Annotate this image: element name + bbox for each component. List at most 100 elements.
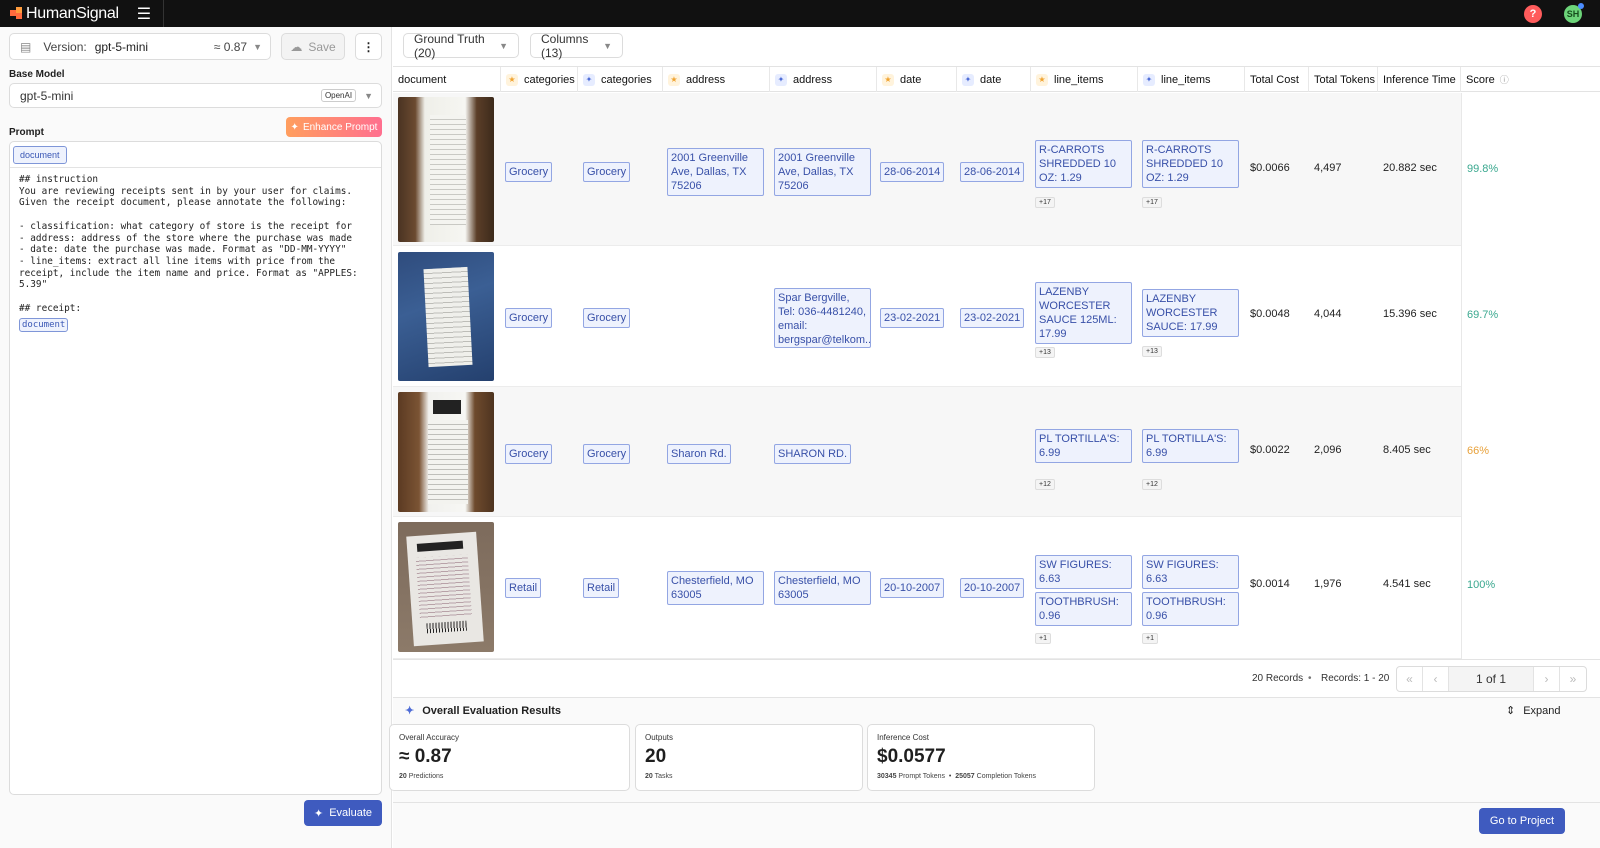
info-icon: ⓘ (1499, 75, 1509, 85)
sparkle-icon: ✦ (1143, 73, 1155, 86)
address-ai: Spar Bergville, Tel: 036-4481240, email:… (774, 288, 871, 348)
col-address-ai[interactable]: ✦ address (770, 67, 877, 92)
receipt-thumbnail[interactable] (398, 252, 494, 381)
star-icon: ★ (1036, 73, 1048, 86)
table-row[interactable]: Retail Retail Chesterfield, MO 63005 Che… (393, 517, 1461, 659)
help-icon[interactable]: ? (1524, 4, 1542, 23)
last-page-icon[interactable]: » (1560, 667, 1586, 691)
more-items-badge: +17 (1142, 197, 1162, 208)
col-categories-gt[interactable]: ★ categories (501, 67, 578, 92)
line-item-gt: PL TORTILLA'S: 6.99 (1035, 429, 1132, 463)
col-date-ai[interactable]: ✦ date (957, 67, 1031, 92)
col-inference-time[interactable]: Inference Time (1378, 67, 1461, 92)
address-ai: Chesterfield, MO 63005 (774, 571, 871, 605)
score-column: 99.8% 69.7% 66% 100% (1461, 93, 1600, 685)
receipt-paper-image (406, 531, 484, 647)
receipt-thumbnail[interactable] (398, 97, 494, 242)
col-document[interactable]: document (393, 67, 501, 92)
star-icon: ★ (882, 73, 894, 86)
date-ai: 28-06-2014 (960, 162, 1025, 182)
first-page-icon[interactable]: « (1397, 667, 1423, 691)
evaluate-button[interactable]: ✦ Evaluate (304, 800, 382, 826)
receipt-thumbnail[interactable] (398, 522, 494, 652)
col-date-gt[interactable]: ★ date (877, 67, 957, 92)
col-total-cost[interactable]: Total Cost (1245, 67, 1309, 92)
table-row[interactable]: Grocery Grocery Sharon Rd. SHARON RD. PL… (393, 387, 1461, 517)
variable-chip[interactable]: document (13, 145, 67, 164)
save-button[interactable]: ☁ Save (281, 33, 345, 60)
prompt-tokens-label: Prompt Tokens (898, 773, 945, 780)
total-tokens: 4,044 (1314, 308, 1342, 320)
separator-dot: • (1308, 673, 1312, 684)
enhance-prompt-button[interactable]: ✦ Enhance Prompt (286, 117, 382, 137)
category-ai: Retail (583, 578, 620, 598)
col-address-gt[interactable]: ★ address (663, 67, 770, 92)
table-row[interactable]: Grocery Grocery Spar Bergville, Tel: 036… (393, 246, 1461, 387)
col-line-items-ai[interactable]: ✦ line_items (1138, 67, 1245, 92)
columns-label: Columns (13) (541, 31, 589, 60)
expand-button[interactable]: ⇕ Expand (1506, 704, 1561, 718)
more-items-badge: +13 (1142, 346, 1162, 357)
pager: « ‹ 1 of 1 › » (1396, 666, 1587, 692)
next-page-icon[interactable]: › (1534, 667, 1560, 691)
inference-time: 15.396 sec (1383, 308, 1437, 320)
evaluation-results: ✦ Overall Evaluation Results ⇕ Expand Ov… (389, 697, 1600, 802)
provider-badge: OpenAI (320, 89, 357, 102)
line-item-ai: TOOTHBRUSH: 0.96 (1142, 592, 1239, 626)
go-to-project-button[interactable]: Go to Project (1479, 808, 1565, 834)
prompt-text[interactable]: ## instruction You are reviewing receipt… (10, 168, 381, 320)
columns-filter[interactable]: Columns (13) ▼ (530, 31, 623, 60)
line-item-ai: R-CARROTS SHREDDED 10 OZ: 1.29 (1142, 140, 1239, 188)
prompt-label: Prompt (9, 127, 44, 138)
address-ai: 2001 Greenville Ave, Dallas, TX 75206 (774, 148, 871, 196)
prompt-panel: ▤ Version: gpt-5-mini ≈ 0.87 ▼ ☁ Save ⋮ … (0, 27, 392, 848)
brand-logo[interactable]: HumanSignal (10, 5, 119, 23)
cost-value: $0.0577 (877, 746, 946, 767)
ground-truth-filter[interactable]: Ground Truth (20) ▼ (403, 32, 519, 60)
total-cost: $0.0048 (1250, 308, 1290, 320)
chevron-down-icon: ▼ (253, 41, 262, 52)
expand-icon: ⇕ (1506, 705, 1516, 717)
base-model-select[interactable]: gpt-5-mini OpenAI ▼ (9, 83, 382, 108)
col-total-tokens[interactable]: Total Tokens (1309, 67, 1378, 92)
score-value: 99.8% (1467, 163, 1499, 175)
version-select[interactable]: ▤ Version: gpt-5-mini ≈ 0.87 ▼ (9, 33, 271, 60)
category-ai: Grocery (583, 444, 631, 464)
predictions-count: 20 (399, 773, 407, 780)
evaluation-title: Overall Evaluation Results (422, 704, 561, 717)
inference-time: 8.405 sec (1383, 444, 1431, 456)
date-ai: 23-02-2021 (960, 308, 1025, 328)
records-count: 20 Records (1252, 673, 1304, 684)
star-icon: ★ (506, 73, 518, 86)
sparkle-icon: ✦ (405, 705, 415, 717)
receipt-lines-image (428, 420, 468, 504)
prompt-editor[interactable]: document ## instruction You are reviewin… (9, 141, 382, 795)
more-options-icon[interactable]: ⋮ (355, 33, 382, 60)
inference-time: 20.882 sec (1383, 162, 1437, 174)
col-categories-ai[interactable]: ✦ categories (578, 67, 663, 92)
outputs-title: Outputs (645, 733, 674, 742)
hamburger-menu-icon[interactable]: ☰ (137, 4, 151, 24)
tasks-count: 20 (645, 773, 653, 780)
col-score[interactable]: Score ⓘ (1461, 67, 1600, 92)
table-row[interactable]: Grocery Grocery 2001 Greenville Ave, Dal… (393, 93, 1461, 246)
address-gt: Sharon Rd. (667, 444, 731, 464)
evaluate-label: Evaluate (329, 807, 373, 819)
sparkle-icon: ✦ (583, 73, 595, 86)
prev-page-icon[interactable]: ‹ (1423, 667, 1449, 691)
user-avatar[interactable]: SH (1564, 2, 1584, 23)
receipt-thumbnail[interactable] (398, 392, 494, 512)
top-bar: HumanSignal ☰ ? SH (0, 0, 1600, 27)
page-indicator[interactable]: 1 of 1 (1449, 667, 1534, 691)
score-value: 100% (1467, 579, 1496, 591)
base-model-value: gpt-5-mini (20, 88, 74, 103)
cost-title: Inference Cost (877, 733, 930, 742)
completion-tokens-label: Completion Tokens (976, 773, 1037, 780)
line-item-gt: TOOTHBRUSH: 0.96 (1035, 592, 1132, 626)
col-line-items-gt[interactable]: ★ line_items (1031, 67, 1138, 92)
document-icon: ▤ (20, 39, 32, 54)
category-gt: Grocery (505, 162, 553, 182)
category-gt: Grocery (505, 444, 553, 464)
inline-variable-chip[interactable]: document (19, 318, 69, 333)
results-panel: Ground Truth (20) ▼ Columns (13) ▼ docum… (389, 27, 1600, 848)
